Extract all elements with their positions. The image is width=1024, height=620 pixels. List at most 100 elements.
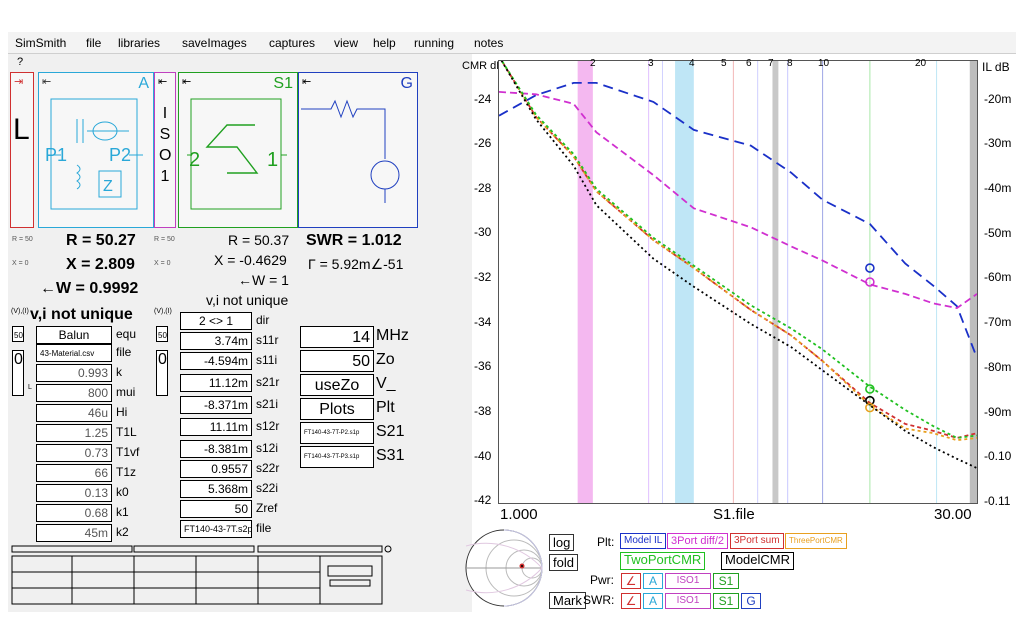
series-line [498,55,978,442]
smith-chart-icon[interactable] [462,526,546,610]
block-l[interactable]: ⇥ L [10,72,34,228]
sparam-zref-field[interactable]: 50 [180,500,252,518]
swr-g-toggle[interactable]: G [741,593,761,609]
balun-t1l-label: T1L [116,425,137,439]
help-marker[interactable]: ? [17,56,23,68]
sparam-s11r-field[interactable]: 3.74m [180,332,252,350]
x-readout-2: X = -0.4629 [214,252,287,268]
pwr-a-toggle[interactable]: A [643,573,663,589]
x-start-label: 1.000 [500,506,538,523]
x-tag-2: X = 0 [154,260,171,267]
balun-side-50[interactable]: 50 [12,326,24,342]
menu-simsmith[interactable]: SimSmith [15,36,66,50]
legend-threeport-cmr[interactable]: ThreePortCMR [785,533,847,549]
menu-notes[interactable]: notes [474,36,503,50]
left-tick: -30 [474,225,492,239]
menu-help[interactable]: help [373,36,396,50]
top-tick: 7 [768,58,774,69]
balun-side-zero[interactable]: 0 [12,350,24,396]
right-tick: -30m [984,136,1012,150]
sparam-s21i-field[interactable]: -8.371m [180,396,252,414]
menu-running[interactable]: running [414,36,454,50]
legend-3port-sum[interactable]: 3Port sum [730,533,784,549]
menu-saveimages[interactable]: saveImages [182,36,247,50]
fold-button[interactable]: fold [549,554,578,571]
r-tag-2: R = 50 [154,236,175,243]
usezo-field[interactable]: useZo [300,374,374,396]
balun-hi-field[interactable]: 46u [36,404,112,422]
sparam-s12r-label: s12r [256,419,280,433]
balun-k-field[interactable]: 0.993 [36,364,112,382]
svg-text:Z: Z [103,178,113,195]
balun-k1-field[interactable]: 0.68 [36,504,112,522]
sparam-side-50[interactable]: 50 [156,326,168,342]
left-tick: -36 [474,359,492,373]
sparam-dir-label: dir [256,313,270,327]
sparam-s12r-field[interactable]: 11.11m [180,418,252,436]
top-tick: 8 [787,58,793,69]
sparam-s12i-field[interactable]: -8.381m [180,440,252,458]
legend-model-il[interactable]: Model IL [620,533,667,549]
balun-equ-field[interactable]: Balun [36,326,112,344]
block-s1[interactable]: ⇤ S1 2 1 [178,72,298,228]
block-s1-label: S1 [273,75,293,92]
balun-t1z-field[interactable]: 66 [36,464,112,482]
freq-field[interactable]: 14 [300,326,374,348]
pwr-l-toggle[interactable]: ∠ [621,573,641,589]
generator-schematic-icon [301,99,400,203]
iso-letter: I [162,105,168,122]
balun-t1l-field[interactable]: 1.25 [36,424,112,442]
series-line [498,55,978,439]
schematic-thumbnails[interactable] [10,544,394,608]
menu-view[interactable]: view [334,36,358,50]
frequency-band [577,61,593,503]
balun-t1vf-field[interactable]: 0.73 [36,444,112,462]
arrow-icon: ⇤ [158,76,168,88]
pwr-s1-toggle[interactable]: S1 [713,573,739,589]
sparam-side-zero[interactable]: 0 [156,350,168,396]
balun-k0-field[interactable]: 0.13 [36,484,112,502]
swr-iso-toggle[interactable]: ISO1 [665,593,711,609]
log-button[interactable]: log [549,534,575,551]
zo-label: Zo [376,351,395,368]
s31-file-field[interactable]: FT140-43-7T-P3.s1p [300,446,374,468]
balun-file-field[interactable]: 43-Material.csv [36,344,112,362]
s21-file-field[interactable]: FT140-43-7T-P2.s1p [300,422,374,444]
plots-field[interactable]: Plots [300,398,374,420]
plot-area[interactable] [498,55,978,504]
sparam-s11i-field[interactable]: -4.594m [180,352,252,370]
port-p2-label: P2 [109,145,132,165]
sparam-s22i-field[interactable]: 5.368m [180,480,252,498]
sparam-file-field[interactable]: FT140-43-7T.s2p [180,520,252,538]
sparam-s22i-label: s22i [256,481,279,495]
sparam-s21i-label: s21i [256,397,279,411]
top-tick: 20 [915,58,927,69]
balun-mui-label: mui [116,385,136,399]
sparam-dir-field[interactable]: 2 <> 1 [180,312,252,330]
iso-letter: O [159,147,172,164]
balun-mui-field[interactable]: 800 [36,384,112,402]
balun-k2-field[interactable]: 45m [36,524,112,542]
zo-field[interactable]: 50 [300,350,374,372]
circuit-panel: ? ⇥ L ⇤ A Z P1 P2 ⇤ I S O 1 ⇤ S1 2 1 ⇤ G… [8,54,472,612]
block-g-label: G [400,75,413,92]
block-iso[interactable]: ⇤ I S O 1 [154,72,176,228]
mark-button[interactable]: Mark [549,592,586,609]
menu-file[interactable]: file [86,36,101,50]
swr-s1-toggle[interactable]: S1 [713,593,739,609]
sparam-s22r-field[interactable]: 0.9557 [180,460,252,478]
menu-captures[interactable]: captures [269,36,315,50]
swr-l-toggle[interactable]: ∠ [621,593,641,609]
pwr-iso-toggle[interactable]: ISO1 [665,573,711,589]
menu-libraries[interactable]: libraries [118,36,160,50]
freq-unit-label: MHz [376,327,409,344]
swr-a-toggle[interactable]: A [643,593,663,609]
sparam-s21r-field[interactable]: 11.12m [180,374,252,392]
balun-file-label: file [116,345,132,359]
legend-twoport-cmr[interactable]: TwoPortCMR [620,552,706,570]
block-a[interactable]: ⇤ A Z P1 P2 [38,72,154,228]
legend-model-cmr[interactable]: ModelCMR [721,552,795,570]
legend-3port-diff[interactable]: 3Port diff/2 [667,533,728,549]
left-tick: -40 [474,449,492,463]
block-g[interactable]: ⇤ G [298,72,418,228]
